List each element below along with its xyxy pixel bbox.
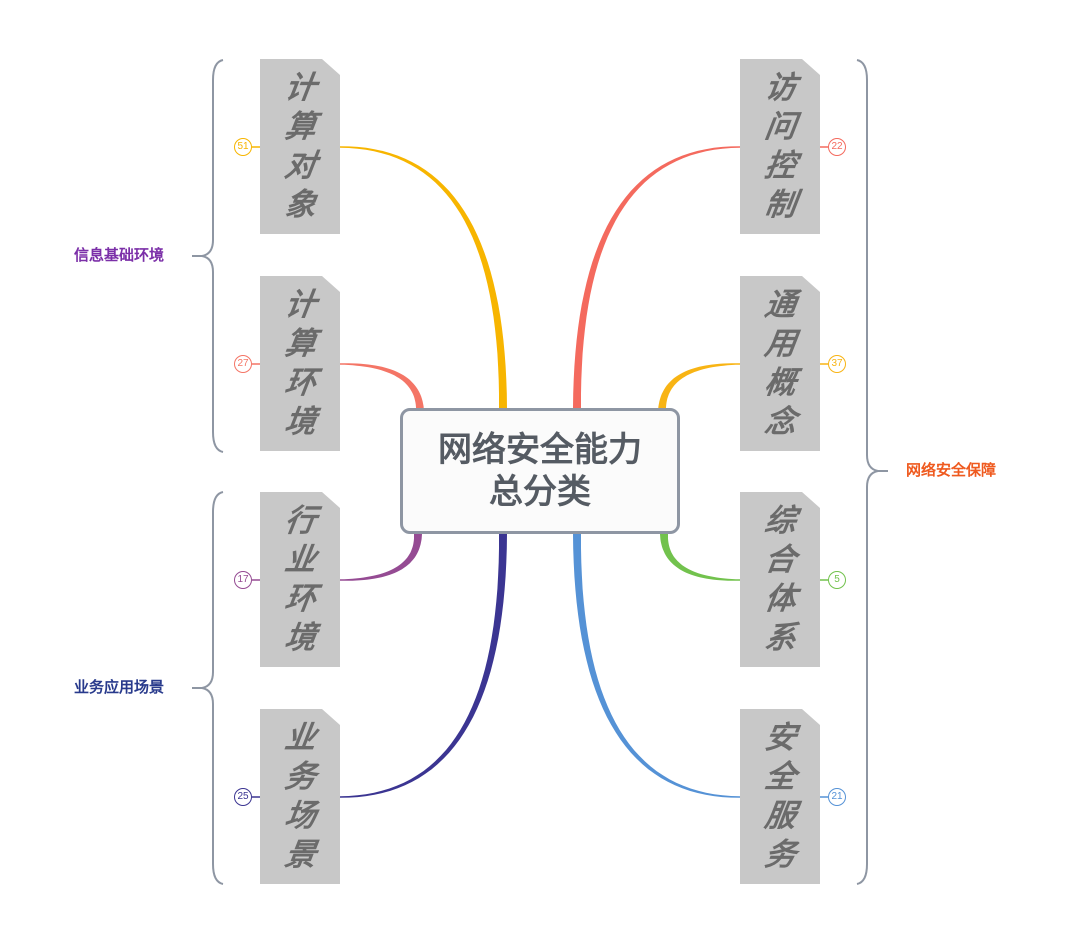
topic-char: 计 <box>282 69 319 106</box>
branch-link <box>340 363 424 412</box>
branch-link <box>340 534 422 581</box>
topic-char: 合 <box>762 541 799 578</box>
topic-card-industry-environment[interactable]: 行 业 环 境 <box>260 492 340 667</box>
collapsed-count-badge[interactable]: 22 <box>828 138 846 156</box>
topic-char: 境 <box>282 619 319 656</box>
topic-char: 概 <box>762 364 799 401</box>
topic-char: 问 <box>762 108 799 145</box>
collapsed-count-badge[interactable]: 5 <box>828 571 846 589</box>
central-topic-line2: 总分类 <box>489 473 591 511</box>
bracket-network-security <box>856 59 879 885</box>
topic-char: 对 <box>282 147 319 184</box>
central-topic[interactable]: 网络安全能力 总分类 <box>400 408 680 534</box>
group-label-business-scenarios[interactable]: 业务应用场景 <box>74 679 164 697</box>
topic-char: 制 <box>762 186 799 223</box>
collapsed-count-badge[interactable]: 51 <box>234 138 252 156</box>
collapsed-count-badge[interactable]: 21 <box>828 788 846 806</box>
topic-char: 用 <box>762 325 799 362</box>
topic-card-general-concepts[interactable]: 通 用 概 念 <box>740 276 820 451</box>
group-label-network-security[interactable]: 网络安全保障 <box>906 462 996 480</box>
bracket-info-infrastructure <box>201 59 224 453</box>
bracket-business-scenarios <box>201 491 224 885</box>
collapsed-count-badge[interactable]: 25 <box>234 788 252 806</box>
topic-char: 业 <box>282 719 319 756</box>
topic-card-comprehensive-system[interactable]: 综 合 体 系 <box>740 492 820 667</box>
topic-char: 环 <box>282 580 319 617</box>
topic-char: 场 <box>282 797 319 834</box>
mind-map: 网络安全能力 总分类 信息基础环境 业务应用场景 网络安全保障 计 算 对 象 … <box>0 0 1080 943</box>
group-label-info-infrastructure[interactable]: 信息基础环境 <box>74 247 164 265</box>
topic-char: 综 <box>762 502 799 539</box>
topic-char: 境 <box>282 403 319 440</box>
topic-char: 体 <box>762 580 799 617</box>
topic-char: 算 <box>282 108 319 145</box>
branch-link <box>573 146 740 409</box>
topic-char: 算 <box>282 325 319 362</box>
topic-char: 服 <box>762 797 799 834</box>
branch-link <box>340 146 507 409</box>
branch-link <box>660 534 740 581</box>
topic-card-computing-environment[interactable]: 计 算 环 境 <box>260 276 340 451</box>
topic-char: 通 <box>762 286 799 323</box>
topic-char: 景 <box>282 836 319 873</box>
topic-card-access-control[interactable]: 访 问 控 制 <box>740 59 820 234</box>
collapsed-count-badge[interactable]: 17 <box>234 571 252 589</box>
topic-char: 系 <box>762 619 799 656</box>
topic-char: 务 <box>282 758 319 795</box>
topic-char: 象 <box>282 186 319 223</box>
collapsed-count-badge[interactable]: 37 <box>828 355 846 373</box>
topic-char: 计 <box>282 286 319 323</box>
topic-card-security-services[interactable]: 安 全 服 务 <box>740 709 820 884</box>
topic-char: 务 <box>762 836 799 873</box>
topic-char: 念 <box>762 403 799 440</box>
branch-link <box>340 534 507 798</box>
topic-char: 控 <box>762 147 799 184</box>
topic-card-business-scenario[interactable]: 业 务 场 景 <box>260 709 340 884</box>
topic-char: 全 <box>762 758 799 795</box>
branch-link <box>573 534 740 798</box>
branch-link <box>658 363 740 412</box>
topic-char: 访 <box>762 69 799 106</box>
topic-char: 行 <box>282 502 319 539</box>
topic-char: 安 <box>762 719 799 756</box>
topic-char: 环 <box>282 364 319 401</box>
topic-char: 业 <box>282 541 319 578</box>
central-topic-line1: 网络安全能力 <box>438 431 642 469</box>
topic-card-computing-object[interactable]: 计 算 对 象 <box>260 59 340 234</box>
collapsed-count-badge[interactable]: 27 <box>234 355 252 373</box>
